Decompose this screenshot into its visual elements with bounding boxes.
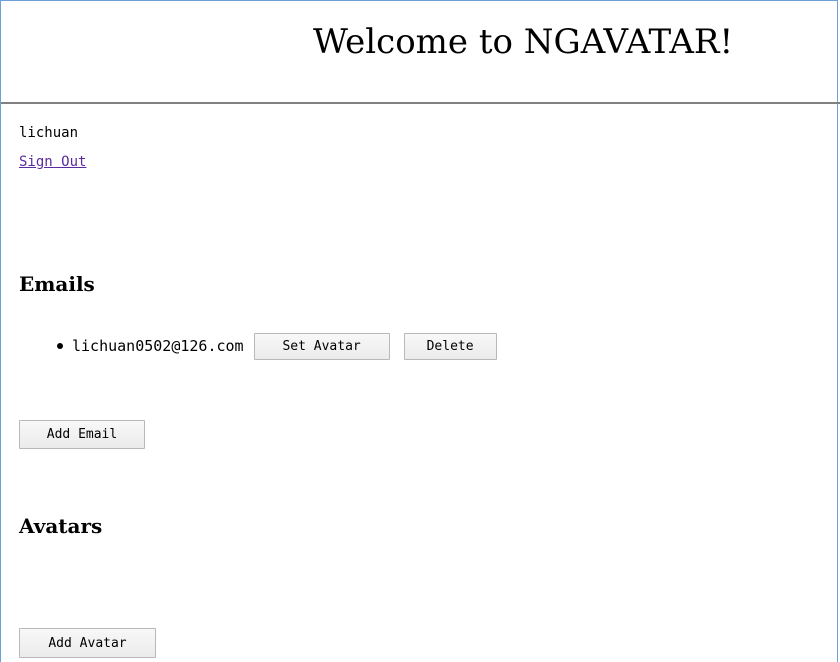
bullet-icon: [57, 343, 63, 349]
sign-out-link[interactable]: Sign Out: [19, 153, 86, 171]
emails-section-title: Emails: [19, 272, 95, 296]
page-title: Welcome to NGAVATAR!: [313, 22, 734, 62]
page-frame: Welcome to NGAVATAR! lichuan Sign Out Em…: [0, 0, 840, 662]
avatars-section-title: Avatars: [19, 514, 103, 538]
email-address: lichuan0502@126.com: [72, 337, 244, 355]
add-email-button[interactable]: Add Email: [19, 420, 145, 449]
email-list: lichuan0502@126.com Set Avatar Delete: [57, 332, 497, 360]
add-avatar-button[interactable]: Add Avatar: [19, 628, 156, 658]
email-list-item: lichuan0502@126.com Set Avatar Delete: [57, 332, 497, 360]
username-label: lichuan: [19, 125, 79, 141]
header-divider: [1, 102, 840, 104]
set-avatar-button[interactable]: Set Avatar: [253, 332, 390, 360]
delete-email-button[interactable]: Delete: [403, 332, 497, 360]
